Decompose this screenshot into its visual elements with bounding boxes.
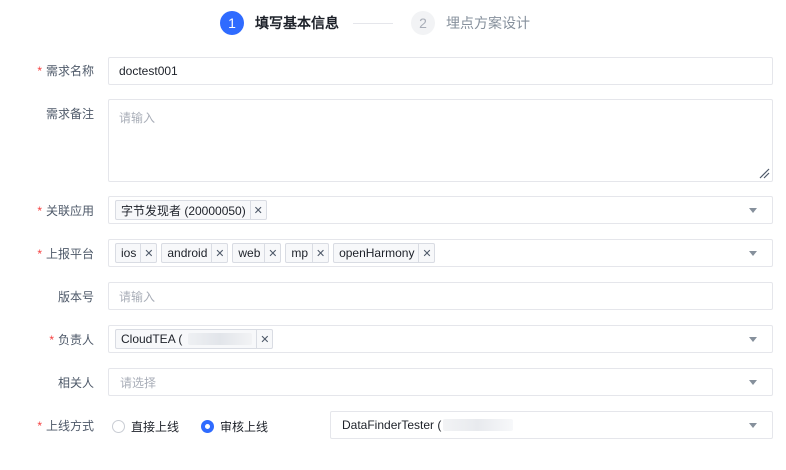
owner-label: * 负责人: [49, 333, 94, 347]
version-input[interactable]: 请输入: [108, 282, 773, 310]
related-app-label: * 关联应用: [37, 204, 94, 218]
platform-tag: ios ✕: [115, 243, 158, 263]
app-tag: 字节发现者 (20000050) ✕: [115, 200, 267, 220]
demand-note-placeholder: 请输入: [119, 111, 156, 125]
platform-tag: mp ✕: [285, 243, 330, 263]
step-1-indicator: 1: [220, 11, 244, 35]
platform-tag: web ✕: [232, 243, 282, 263]
demand-note-textarea[interactable]: 请输入: [108, 99, 773, 182]
step-2-title[interactable]: 埋点方案设计: [446, 13, 530, 33]
required-mark: *: [49, 333, 54, 347]
required-mark: *: [37, 419, 42, 433]
platform-tag: openHarmony ✕: [333, 243, 436, 263]
close-icon[interactable]: ✕: [249, 201, 266, 219]
owner-select[interactable]: CloudTEA ( ✕: [108, 325, 773, 353]
close-icon[interactable]: ✕: [211, 244, 227, 262]
close-icon[interactable]: ✕: [264, 244, 280, 262]
close-icon[interactable]: ✕: [256, 330, 272, 348]
radio-checked-icon[interactable]: [201, 419, 215, 433]
demand-name-input[interactable]: doctest001: [108, 57, 773, 85]
demand-name-value: doctest001: [119, 64, 178, 78]
owner-tag: CloudTEA ( ✕: [115, 329, 274, 349]
reviewer-value: DataFinderTester (: [342, 418, 442, 432]
chevron-down-icon[interactable]: [749, 380, 757, 385]
required-mark: *: [37, 204, 42, 218]
related-people-label: 相关人: [57, 376, 94, 390]
radio-direct-launch[interactable]: 直接上线: [112, 418, 179, 435]
related-people-select[interactable]: 请选择: [108, 368, 773, 396]
version-label: 版本号: [57, 290, 94, 304]
required-mark: *: [37, 247, 42, 261]
step-2-indicator[interactable]: 2: [411, 11, 435, 35]
version-placeholder: 请输入: [119, 289, 156, 304]
close-icon[interactable]: ✕: [312, 244, 328, 262]
demand-note-label: 需求备注: [45, 107, 94, 121]
resize-handle-icon[interactable]: [758, 167, 770, 179]
redacted-text: [443, 419, 514, 431]
chevron-down-icon[interactable]: [749, 337, 757, 342]
redacted-text: [188, 333, 253, 345]
platform-label: * 上报平台: [37, 247, 94, 261]
launch-method-label: * 上线方式: [37, 419, 94, 433]
step-connector: [353, 22, 393, 24]
reviewer-select[interactable]: DataFinderTester (: [330, 411, 773, 439]
step-1-title: 填写基本信息: [255, 15, 339, 31]
platform-tag: android ✕: [161, 243, 229, 263]
platform-select[interactable]: ios ✕ android ✕ web ✕ mp ✕ openHarmony ✕: [108, 239, 773, 267]
close-icon[interactable]: ✕: [140, 244, 156, 262]
radio-unchecked-icon[interactable]: [112, 419, 125, 433]
chevron-down-icon[interactable]: [749, 251, 757, 256]
chevron-down-icon[interactable]: [749, 423, 757, 428]
launch-method-radio-group: 直接上线 审核上线: [112, 418, 290, 434]
required-mark: *: [37, 64, 42, 78]
related-app-select[interactable]: 字节发现者 (20000050) ✕: [108, 196, 773, 224]
radio-review-launch[interactable]: 审核上线: [201, 418, 268, 435]
steps-header: 1 填写基本信息 2 埋点方案设计: [220, 11, 530, 35]
close-icon[interactable]: ✕: [418, 244, 434, 262]
demand-name-label: * 需求名称: [37, 64, 94, 78]
chevron-down-icon[interactable]: [749, 208, 757, 213]
related-people-placeholder: 请选择: [120, 375, 157, 390]
